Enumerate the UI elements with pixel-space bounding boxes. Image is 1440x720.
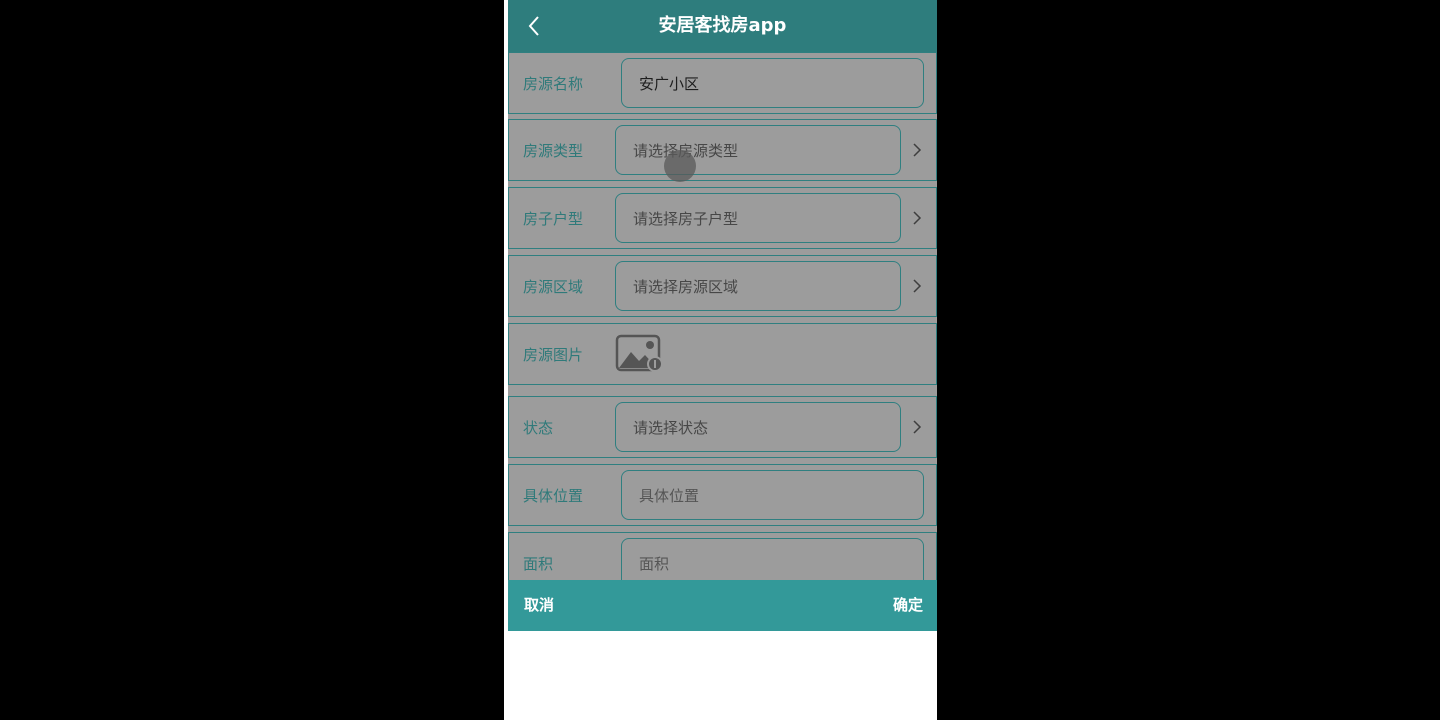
status-chevron[interactable] bbox=[912, 397, 922, 457]
status-label: 状态 bbox=[523, 418, 554, 437]
status-select[interactable]: 请选择状态 bbox=[615, 402, 901, 452]
layout-label: 房子户型 bbox=[523, 209, 584, 228]
image-upload-icon bbox=[615, 334, 663, 372]
phone-screen: 安居客找房app 房源名称 安广小区 房源类型 请选择房源类型 房子户型 请选择… bbox=[508, 0, 937, 720]
name-input[interactable]: 安广小区 bbox=[621, 58, 924, 108]
page-title: 安居客找房app bbox=[658, 15, 787, 36]
name-label: 房源名称 bbox=[523, 74, 584, 93]
type-label: 房源类型 bbox=[523, 141, 584, 160]
house-form: 房源名称 安广小区 房源类型 请选择房源类型 房子户型 请选择房子户型 房源区域 bbox=[508, 52, 937, 580]
chevron-right-icon bbox=[913, 143, 922, 157]
picker-sheet[interactable] bbox=[508, 631, 937, 720]
chevron-right-icon bbox=[913, 211, 922, 225]
type-select[interactable]: 请选择房源类型 bbox=[615, 125, 901, 175]
area-chevron[interactable] bbox=[912, 256, 922, 316]
form-row-area[interactable]: 房源区域 请选择房源区域 bbox=[508, 255, 937, 317]
size-input[interactable]: 面积 bbox=[621, 538, 924, 580]
form-row-size: 面积 面积 bbox=[508, 532, 937, 580]
form-row-status[interactable]: 状态 请选择状态 bbox=[508, 396, 937, 458]
type-chevron[interactable] bbox=[912, 120, 922, 180]
confirm-button[interactable]: 确定 bbox=[893, 580, 923, 631]
picker-action-bar: 取消 确定 bbox=[508, 580, 937, 631]
app-header: 安居客找房app bbox=[508, 0, 937, 52]
area-select[interactable]: 请选择房源区域 bbox=[615, 261, 901, 311]
chevron-right-icon bbox=[913, 420, 922, 434]
location-input[interactable]: 具体位置 bbox=[621, 470, 924, 520]
form-row-name: 房源名称 安广小区 bbox=[508, 52, 937, 114]
cancel-button[interactable]: 取消 bbox=[524, 580, 554, 631]
touch-indicator bbox=[664, 150, 696, 182]
chevron-right-icon bbox=[913, 279, 922, 293]
form-row-layout[interactable]: 房子户型 请选择房子户型 bbox=[508, 187, 937, 249]
layout-select[interactable]: 请选择房子户型 bbox=[615, 193, 901, 243]
form-row-type[interactable]: 房源类型 请选择房源类型 bbox=[508, 119, 937, 181]
area-label: 房源区域 bbox=[523, 277, 584, 296]
image-label: 房源图片 bbox=[523, 345, 584, 364]
size-label: 面积 bbox=[523, 554, 554, 573]
layout-chevron[interactable] bbox=[912, 188, 922, 248]
location-label: 具体位置 bbox=[523, 486, 584, 505]
form-row-location: 具体位置 具体位置 bbox=[508, 464, 937, 526]
image-upload-button[interactable] bbox=[615, 334, 663, 374]
form-row-image: 房源图片 bbox=[508, 323, 937, 385]
